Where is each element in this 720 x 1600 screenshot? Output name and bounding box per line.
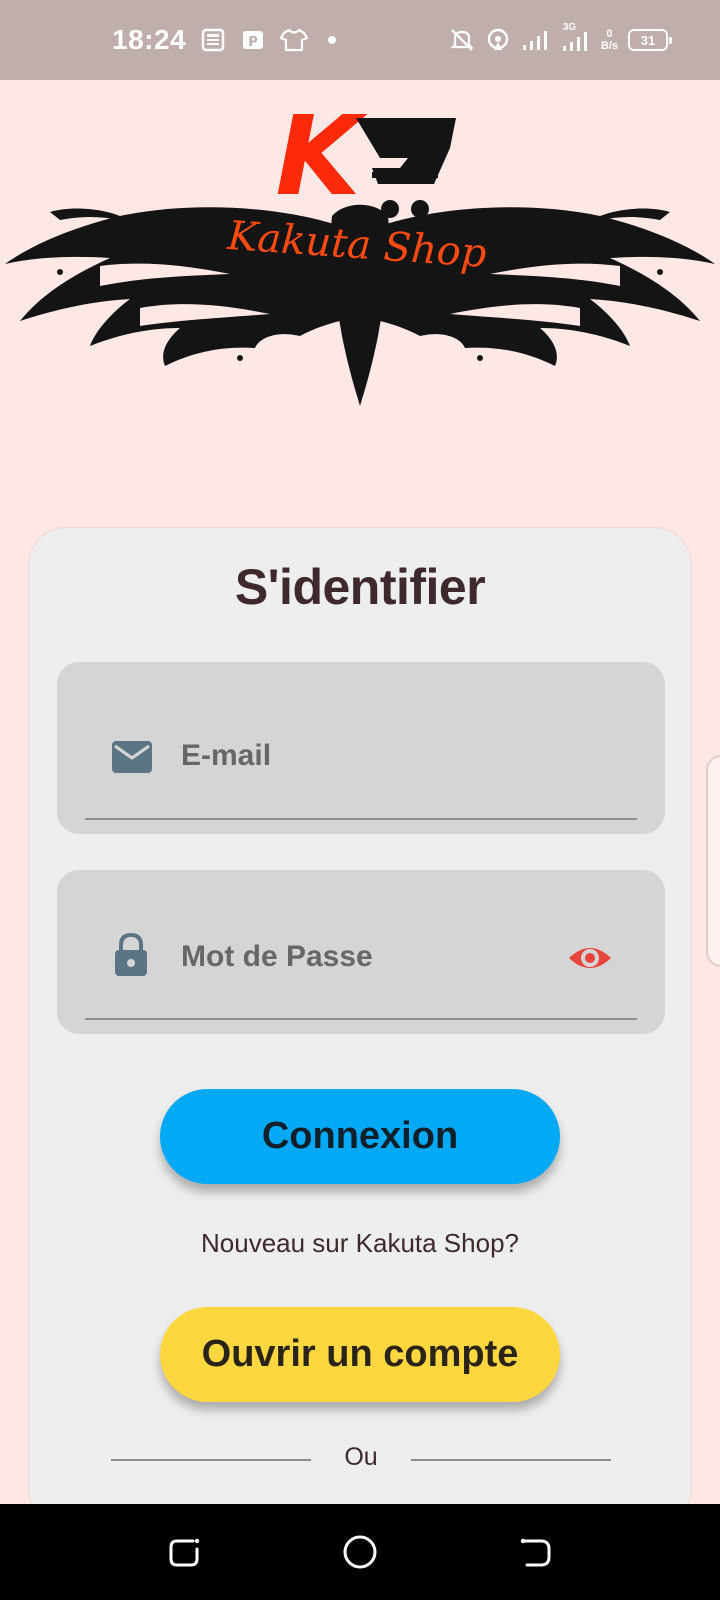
or-divider: Ou [111,1443,611,1477]
email-underline [85,818,637,820]
network-type-label: 3G [562,22,577,33]
login-card: S'identifier E-mail Mot de Passe Connexi… [28,527,692,1527]
home-icon[interactable] [340,1532,380,1572]
mute-bell-icon [449,27,475,53]
svg-text:P: P [248,35,258,50]
status-bar-left: 18:24 P [112,24,337,56]
status-bar-right: 3G 0 B/s 31 [449,22,672,54]
logo-letter: K [275,96,368,220]
news-icon [200,27,226,53]
battery-icon: 31 [628,29,672,51]
signal-3g-icon: 3G [561,22,591,54]
shopping-cart-icon [356,118,456,218]
divider-line-right [411,1459,611,1461]
battery-level: 31 [640,32,656,48]
email-field[interactable]: E-mail [57,662,665,834]
divider-text: Ou [344,1443,378,1471]
eye-icon[interactable] [567,942,613,974]
register-button[interactable]: Ouvrir un compte [160,1307,560,1402]
login-button[interactable]: Connexion [160,1089,560,1184]
page-title: S'identifier [234,559,486,615]
password-underline [85,1018,637,1020]
lock-icon [113,932,149,978]
more-notifications-dot-icon [328,36,337,44]
navigation-bar [0,1504,720,1600]
network-speed: 0 B/s [601,28,618,52]
tshirt-icon [280,27,309,53]
register-prompt: Nouveau sur Kakuta Shop? [201,1228,519,1258]
password-field[interactable]: Mot de Passe [57,870,665,1034]
status-time: 18:24 [112,24,187,55]
network-speed-unit: B/s [600,40,618,52]
signal-icon [521,27,551,53]
email-placeholder: E-mail [181,739,272,772]
side-panel-handle[interactable] [706,755,720,967]
network-speed-value: 0 [606,28,613,40]
password-placeholder: Mot de Passe [181,940,373,973]
mail-icon [111,740,153,774]
back-icon[interactable] [516,1532,556,1572]
app-notification-icon: P [240,27,266,53]
hotspot-icon [485,27,511,53]
app-logo: K Kakuta Shop [0,92,720,416]
recent-apps-icon[interactable] [164,1532,204,1572]
status-bar: 18:24 P 3G 0 B/s 31 [0,0,720,80]
